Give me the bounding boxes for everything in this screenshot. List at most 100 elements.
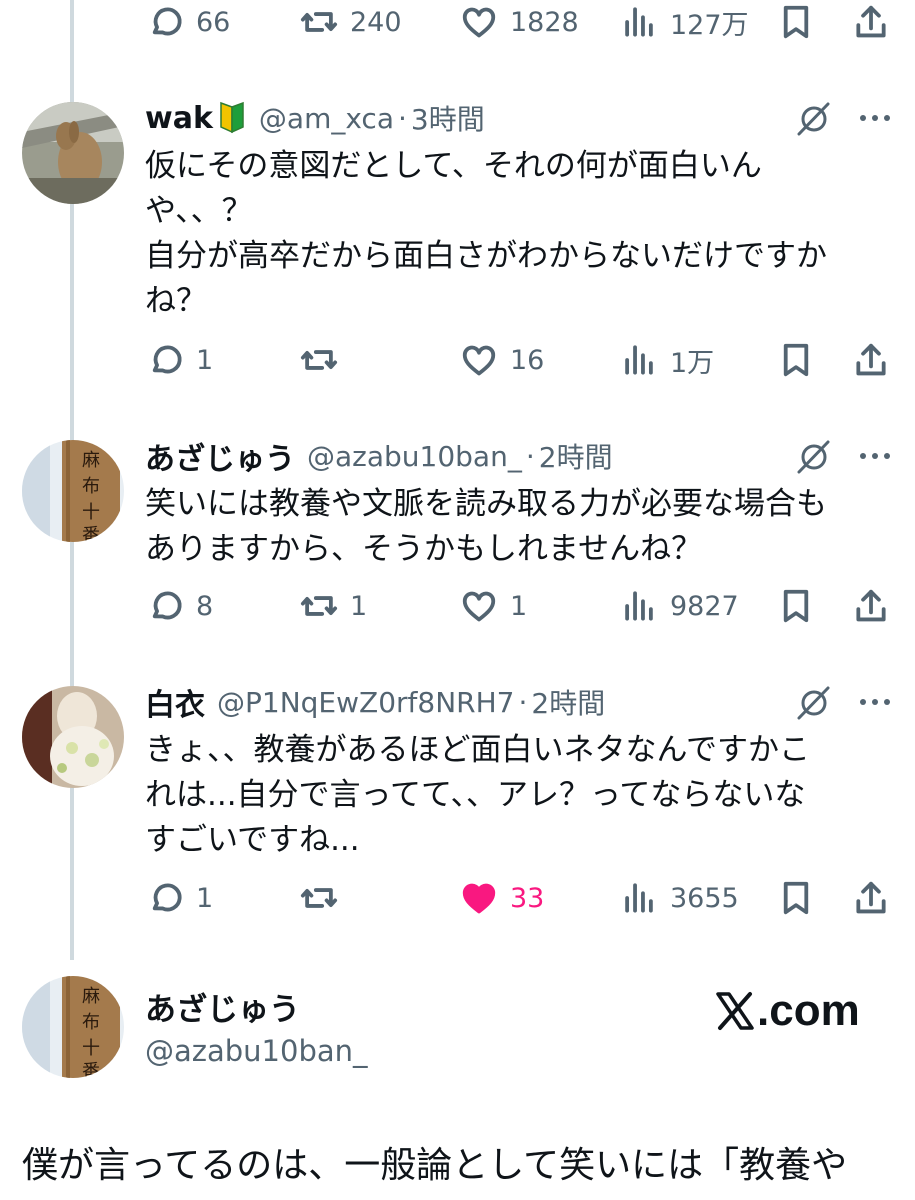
retweet-count: 240	[350, 6, 402, 38]
reply-icon	[152, 883, 182, 912]
username[interactable]: @P1NqEwZ0rf8NRH7	[217, 686, 514, 719]
display-name[interactable]: wak	[145, 101, 213, 136]
username[interactable]: @azabu10ban_	[307, 440, 522, 473]
tweet-text-line: すごいですね...	[145, 822, 360, 858]
views-count: 127万	[670, 9, 749, 41]
like-button[interactable]: 1828	[460, 0, 579, 52]
reply-count: 8	[196, 590, 214, 622]
tweet-text-line: れは...自分で言ってて、、アレ？ってならないな	[145, 777, 806, 813]
retweet-button[interactable]: 240	[300, 0, 402, 52]
tweet-text-line: 仮にその意図だとして、それの何が面白いん	[145, 148, 762, 184]
share-button[interactable]	[852, 868, 890, 928]
views-count: 9827	[670, 590, 739, 622]
tweet-header: wak @am_xca · 3時間	[145, 98, 485, 138]
grok-icon[interactable]	[795, 436, 833, 476]
reply-button[interactable]: 1	[146, 868, 213, 928]
timestamp[interactable]: 2時間	[531, 682, 605, 722]
like-button[interactable]: 1	[460, 576, 527, 636]
x-com-logo: .com	[715, 986, 860, 1036]
reply-count: 1	[196, 344, 214, 376]
svg-text:麻: 麻	[82, 450, 100, 471]
heart-icon	[462, 7, 496, 38]
action-bar-top: 66 240 1828 127万	[0, 0, 915, 52]
tweet-text: 仮にその意図だとして、それの何が面白いん や、、？ 自分が高卒だから面白さがわか…	[145, 144, 885, 324]
grok-icon[interactable]	[795, 98, 833, 138]
reply-button[interactable]: 1	[146, 330, 213, 390]
card-text: 僕が言ってるのは、一般論として笑いには「教養や	[22, 1145, 848, 1186]
share-button[interactable]	[852, 330, 890, 390]
bookmark-icon	[783, 343, 809, 377]
action-bar: 1 33 3655	[0, 868, 915, 928]
svg-text:番: 番	[82, 525, 100, 542]
heart-filled-icon	[462, 883, 496, 914]
views-button[interactable]: 127万	[620, 0, 749, 52]
beginner-mark-icon	[220, 101, 244, 134]
separator-dot: ·	[398, 101, 407, 135]
tweet-text-line: ね？	[145, 283, 207, 319]
avatar[interactable]: 麻 布 十 番	[22, 440, 124, 542]
bookmark-button[interactable]	[777, 868, 815, 928]
like-button[interactable]: 33	[460, 868, 544, 928]
like-count: 1	[510, 590, 528, 622]
username[interactable]: @am_xca	[259, 102, 394, 135]
retweet-icon	[300, 350, 338, 370]
display-name[interactable]: 白衣	[145, 680, 205, 724]
views-button[interactable]: 3655	[620, 868, 739, 928]
svg-text:麻: 麻	[82, 986, 100, 1007]
tweet-text-line: きょ、、教養があるほど面白いネタなんですかこ	[145, 732, 810, 768]
heart-icon	[462, 345, 496, 376]
retweet-icon	[300, 596, 338, 616]
timestamp[interactable]: 2時間	[539, 436, 613, 476]
like-count: 1828	[510, 6, 579, 38]
svg-text:布: 布	[82, 1012, 100, 1033]
views-button[interactable]: 9827	[620, 576, 739, 636]
like-button[interactable]: 16	[460, 330, 544, 390]
tweet-header: 白衣 @P1NqEwZ0rf8NRH7 · 2時間	[145, 680, 605, 724]
card-avatar[interactable]: 麻 布 十 番	[22, 976, 124, 1078]
views-icon	[625, 345, 653, 375]
avatar[interactable]	[22, 102, 124, 204]
retweet-button[interactable]	[300, 868, 350, 928]
retweet-button[interactable]	[300, 330, 350, 390]
tweet-text-line: や、、？	[145, 193, 253, 229]
share-button[interactable]	[852, 576, 890, 636]
share-icon	[856, 589, 886, 622]
views-icon	[625, 883, 653, 913]
views-count: 3655	[670, 882, 739, 914]
share-button[interactable]	[852, 0, 890, 52]
tweet-text: 笑いには教養や文脈を読み取る力が必要な場合も ありますから、そうかもしれませんね…	[145, 482, 885, 572]
display-name[interactable]: あざじゅう	[145, 434, 295, 478]
views-button[interactable]: 1万	[620, 330, 714, 390]
bookmark-button[interactable]	[777, 330, 815, 390]
share-icon	[856, 5, 886, 38]
x-logo-icon	[716, 992, 754, 1030]
card-display-name[interactable]: あざじゅう	[145, 984, 300, 1029]
tweet-text-line: 笑いには教養や文脈を読み取る力が必要な場合も	[145, 486, 827, 522]
svg-text:番: 番	[82, 1061, 100, 1078]
action-bar: 8 1 1 9827	[0, 576, 915, 636]
retweet-icon	[300, 888, 338, 908]
svg-text:十: 十	[82, 1038, 100, 1059]
heart-icon	[462, 591, 496, 622]
timestamp[interactable]: 3時間	[411, 98, 485, 138]
reply-button[interactable]: 8	[146, 576, 213, 636]
tweet-text: きょ、、教養があるほど面白いネタなんですかこ れは...自分で言ってて、、アレ？…	[145, 728, 885, 863]
retweet-count: 1	[350, 590, 368, 622]
more-options-icon[interactable]	[855, 436, 895, 476]
avatar[interactable]	[22, 686, 124, 788]
views-icon	[625, 7, 653, 37]
more-options-icon[interactable]	[855, 98, 895, 138]
bookmark-button[interactable]	[777, 576, 815, 636]
bookmark-icon	[783, 881, 809, 915]
grok-icon[interactable]	[795, 682, 833, 722]
card-username[interactable]: @azabu10ban_	[145, 1034, 368, 1068]
reply-count: 66	[196, 6, 231, 38]
retweet-button[interactable]: 1	[300, 576, 367, 636]
more-options-icon[interactable]	[855, 682, 895, 722]
retweet-icon	[300, 12, 338, 32]
reply-button[interactable]: 66	[146, 0, 230, 52]
bookmark-button[interactable]	[777, 0, 815, 52]
like-count: 33	[510, 882, 545, 914]
reply-icon	[152, 591, 182, 620]
action-bar: 1 16 1万	[0, 330, 915, 390]
